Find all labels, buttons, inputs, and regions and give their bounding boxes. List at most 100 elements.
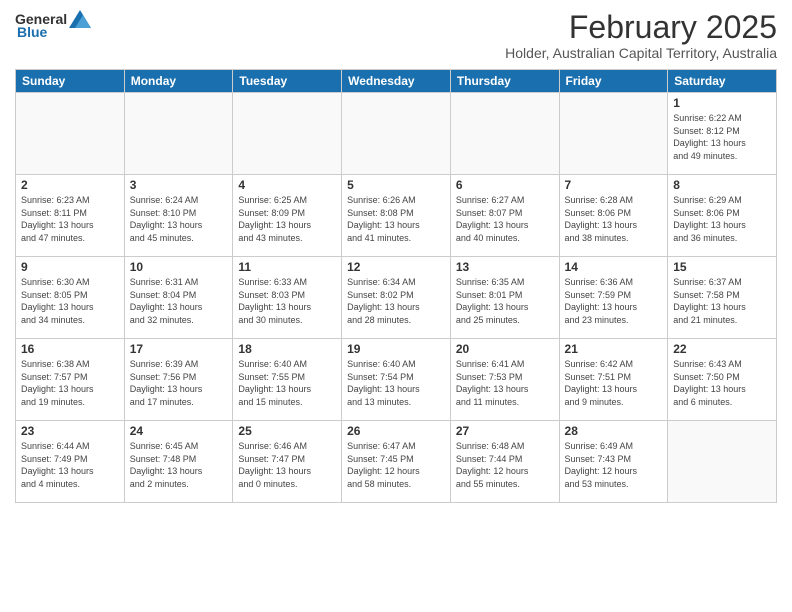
col-sunday: Sunday xyxy=(16,70,125,93)
day-number: 26 xyxy=(347,424,445,438)
day-info: Sunrise: 6:34 AM Sunset: 8:02 PM Dayligh… xyxy=(347,276,445,326)
day-number: 27 xyxy=(456,424,554,438)
day-number: 2 xyxy=(21,178,119,192)
col-wednesday: Wednesday xyxy=(342,70,451,93)
day-cell-w3-d2: 18 Sunrise: 6:40 AM Sunset: 7:55 PM Dayli… xyxy=(233,339,342,421)
day-cell-w4-d2: 25 Sunrise: 6:46 AM Sunset: 7:47 PM Dayli… xyxy=(233,421,342,503)
day-number: 13 xyxy=(456,260,554,274)
day-cell-w2-d2: 11Sunrise: 6:33 AM Sunset: 8:03 PM Dayli… xyxy=(233,257,342,339)
day-number: 8 xyxy=(673,178,771,192)
day-cell-w3-d4: 20 Sunrise: 6:41 AM Sunset: 7:53 PM Dayli… xyxy=(450,339,559,421)
day-cell-w1-d3: 5 Sunrise: 6:26 AM Sunset: 8:08 PM Daylig… xyxy=(342,175,451,257)
day-cell-w2-d6: 15Sunrise: 6:37 AM Sunset: 7:58 PM Dayli… xyxy=(668,257,777,339)
day-info: Sunrise: 6:37 AM Sunset: 7:58 PM Dayligh… xyxy=(673,276,771,326)
day-info: Sunrise: 6:47 AM Sunset: 7:45 PM Dayligh… xyxy=(347,440,445,490)
day-number: 28 xyxy=(565,424,663,438)
day-number: 21 xyxy=(565,342,663,356)
day-cell-w4-d5: 28 Sunrise: 6:49 AM Sunset: 7:43 PM Dayli… xyxy=(559,421,668,503)
col-friday: Friday xyxy=(559,70,668,93)
day-info: Sunrise: 6:48 AM Sunset: 7:44 PM Dayligh… xyxy=(456,440,554,490)
col-tuesday: Tuesday xyxy=(233,70,342,93)
day-info: Sunrise: 6:45 AM Sunset: 7:48 PM Dayligh… xyxy=(130,440,228,490)
day-cell-w0-d0 xyxy=(16,93,125,175)
day-info: Sunrise: 6:35 AM Sunset: 8:01 PM Dayligh… xyxy=(456,276,554,326)
day-info: Sunrise: 6:27 AM Sunset: 8:07 PM Dayligh… xyxy=(456,194,554,244)
day-cell-w1-d5: 7 Sunrise: 6:28 AM Sunset: 8:06 PM Daylig… xyxy=(559,175,668,257)
location-subtitle: Holder, Australian Capital Territory, Au… xyxy=(505,45,777,61)
day-cell-w0-d1 xyxy=(124,93,233,175)
day-info: Sunrise: 6:33 AM Sunset: 8:03 PM Dayligh… xyxy=(238,276,336,326)
day-number: 12 xyxy=(347,260,445,274)
col-saturday: Saturday xyxy=(668,70,777,93)
day-number: 4 xyxy=(238,178,336,192)
logo: General Blue xyxy=(15,10,91,40)
day-cell-w2-d1: 10 Sunrise: 6:31 AM Sunset: 8:04 PM Dayli… xyxy=(124,257,233,339)
day-number: 25 xyxy=(238,424,336,438)
day-cell-w4-d6 xyxy=(668,421,777,503)
day-cell-w4-d0: 23 Sunrise: 6:44 AM Sunset: 7:49 PM Dayli… xyxy=(16,421,125,503)
day-cell-w0-d2 xyxy=(233,93,342,175)
day-info: Sunrise: 6:49 AM Sunset: 7:43 PM Dayligh… xyxy=(565,440,663,490)
day-cell-w2-d4: 13 Sunrise: 6:35 AM Sunset: 8:01 PM Dayli… xyxy=(450,257,559,339)
day-number: 3 xyxy=(130,178,228,192)
page: General Blue February 2025 Holder, Austr… xyxy=(0,0,792,612)
week-row-4: 23 Sunrise: 6:44 AM Sunset: 7:49 PM Dayli… xyxy=(16,421,777,503)
week-row-0: 1 Sunrise: 6:22 AM Sunset: 8:12 PM Daylig… xyxy=(16,93,777,175)
day-info: Sunrise: 6:28 AM Sunset: 8:06 PM Dayligh… xyxy=(565,194,663,244)
day-cell-w3-d6: 22Sunrise: 6:43 AM Sunset: 7:50 PM Dayli… xyxy=(668,339,777,421)
day-cell-w3-d0: 16Sunrise: 6:38 AM Sunset: 7:57 PM Dayli… xyxy=(16,339,125,421)
week-row-1: 2 Sunrise: 6:23 AM Sunset: 8:11 PM Daylig… xyxy=(16,175,777,257)
day-cell-w3-d5: 21 Sunrise: 6:42 AM Sunset: 7:51 PM Dayli… xyxy=(559,339,668,421)
day-number: 22 xyxy=(673,342,771,356)
title-area: February 2025 Holder, Australian Capital… xyxy=(505,10,777,61)
day-info: Sunrise: 6:46 AM Sunset: 7:47 PM Dayligh… xyxy=(238,440,336,490)
day-info: Sunrise: 6:38 AM Sunset: 7:57 PM Dayligh… xyxy=(21,358,119,408)
day-info: Sunrise: 6:22 AM Sunset: 8:12 PM Dayligh… xyxy=(673,112,771,162)
day-cell-w0-d3 xyxy=(342,93,451,175)
week-row-3: 16Sunrise: 6:38 AM Sunset: 7:57 PM Dayli… xyxy=(16,339,777,421)
day-cell-w2-d3: 12 Sunrise: 6:34 AM Sunset: 8:02 PM Dayli… xyxy=(342,257,451,339)
day-cell-w3-d1: 17 Sunrise: 6:39 AM Sunset: 7:56 PM Dayli… xyxy=(124,339,233,421)
day-number: 23 xyxy=(21,424,119,438)
day-info: Sunrise: 6:41 AM Sunset: 7:53 PM Dayligh… xyxy=(456,358,554,408)
day-cell-w2-d0: 9 Sunrise: 6:30 AM Sunset: 8:05 PM Daylig… xyxy=(16,257,125,339)
day-number: 24 xyxy=(130,424,228,438)
day-cell-w1-d0: 2 Sunrise: 6:23 AM Sunset: 8:11 PM Daylig… xyxy=(16,175,125,257)
day-info: Sunrise: 6:30 AM Sunset: 8:05 PM Dayligh… xyxy=(21,276,119,326)
day-number: 10 xyxy=(130,260,228,274)
day-info: Sunrise: 6:29 AM Sunset: 8:06 PM Dayligh… xyxy=(673,194,771,244)
day-number: 18 xyxy=(238,342,336,356)
day-cell-w1-d4: 6 Sunrise: 6:27 AM Sunset: 8:07 PM Daylig… xyxy=(450,175,559,257)
day-info: Sunrise: 6:26 AM Sunset: 8:08 PM Dayligh… xyxy=(347,194,445,244)
day-info: Sunrise: 6:25 AM Sunset: 8:09 PM Dayligh… xyxy=(238,194,336,244)
day-info: Sunrise: 6:31 AM Sunset: 8:04 PM Dayligh… xyxy=(130,276,228,326)
day-number: 1 xyxy=(673,96,771,110)
day-number: 5 xyxy=(347,178,445,192)
day-cell-w1-d2: 4 Sunrise: 6:25 AM Sunset: 8:09 PM Daylig… xyxy=(233,175,342,257)
col-thursday: Thursday xyxy=(450,70,559,93)
day-number: 14 xyxy=(565,260,663,274)
day-number: 7 xyxy=(565,178,663,192)
calendar-table: Sunday Monday Tuesday Wednesday Thursday… xyxy=(15,69,777,503)
day-number: 19 xyxy=(347,342,445,356)
header-area: General Blue February 2025 Holder, Austr… xyxy=(15,10,777,61)
day-cell-w1-d6: 8 Sunrise: 6:29 AM Sunset: 8:06 PM Daylig… xyxy=(668,175,777,257)
day-info: Sunrise: 6:40 AM Sunset: 7:54 PM Dayligh… xyxy=(347,358,445,408)
day-number: 9 xyxy=(21,260,119,274)
day-cell-w4-d4: 27 Sunrise: 6:48 AM Sunset: 7:44 PM Dayli… xyxy=(450,421,559,503)
day-cell-w4-d3: 26 Sunrise: 6:47 AM Sunset: 7:45 PM Dayli… xyxy=(342,421,451,503)
day-info: Sunrise: 6:39 AM Sunset: 7:56 PM Dayligh… xyxy=(130,358,228,408)
day-number: 17 xyxy=(130,342,228,356)
col-monday: Monday xyxy=(124,70,233,93)
day-info: Sunrise: 6:40 AM Sunset: 7:55 PM Dayligh… xyxy=(238,358,336,408)
day-info: Sunrise: 6:23 AM Sunset: 8:11 PM Dayligh… xyxy=(21,194,119,244)
calendar-header-row: Sunday Monday Tuesday Wednesday Thursday… xyxy=(16,70,777,93)
day-info: Sunrise: 6:24 AM Sunset: 8:10 PM Dayligh… xyxy=(130,194,228,244)
month-year-title: February 2025 xyxy=(505,10,777,45)
day-cell-w2-d5: 14 Sunrise: 6:36 AM Sunset: 7:59 PM Dayli… xyxy=(559,257,668,339)
day-info: Sunrise: 6:36 AM Sunset: 7:59 PM Dayligh… xyxy=(565,276,663,326)
day-info: Sunrise: 6:44 AM Sunset: 7:49 PM Dayligh… xyxy=(21,440,119,490)
day-number: 20 xyxy=(456,342,554,356)
day-info: Sunrise: 6:42 AM Sunset: 7:51 PM Dayligh… xyxy=(565,358,663,408)
day-number: 6 xyxy=(456,178,554,192)
